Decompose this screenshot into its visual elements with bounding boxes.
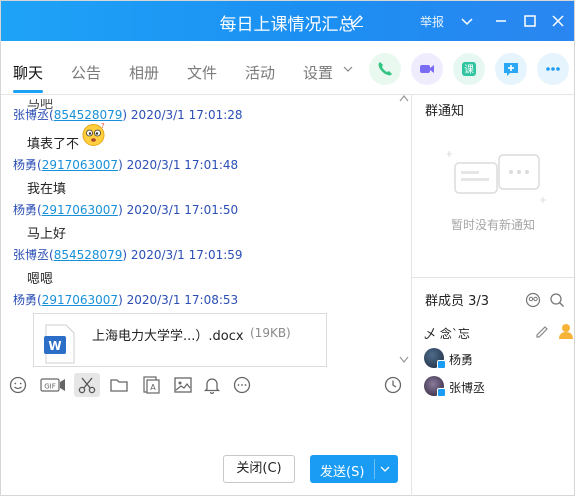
edit-icon[interactable] [534, 323, 550, 339]
close-button[interactable]: 关闭(C) [223, 455, 295, 483]
active-tab-indicator [13, 90, 43, 93]
member-name: 张博丞 [449, 381, 486, 395]
bell-icon [203, 378, 221, 395]
group-notice-title: 群通知 [425, 104, 465, 119]
no-notice-text: 暂时没有新通知 [450, 218, 535, 232]
section-divider [412, 277, 574, 278]
chevron-down-icon[interactable] [457, 11, 477, 31]
message-header: 张博丞(854528079) 2020/3/1 17:01:28 [13, 108, 243, 122]
word-document-icon: W [44, 324, 75, 364]
tab-bar: 聊天 公告 相册 文件 活动 设置 课 [1, 41, 574, 95]
empty-notice-illustration [447, 151, 546, 203]
tab-chat[interactable]: 聊天 [13, 62, 43, 83]
message-text: 填表了不 [27, 137, 80, 152]
message-text: 嗯嗯 [27, 272, 54, 287]
group-side-panel: 群通知 暂时没有新通知 群成员 3/3 乄 念ˋ忘 杨勇 张博丞 [412, 95, 574, 496]
message-text: 我在填 [27, 182, 67, 197]
screenshot-button[interactable] [74, 373, 100, 397]
settings-chevron-icon[interactable] [343, 65, 353, 73]
confused-emoji-icon: ? [82, 122, 105, 146]
more-actions-button[interactable] [537, 53, 569, 85]
message-history-button[interactable] [381, 373, 405, 397]
search-icon[interactable] [548, 291, 566, 309]
send-button-divider [374, 459, 375, 479]
image-icon [174, 377, 192, 393]
more-tools-button[interactable] [230, 373, 254, 397]
image-text-button[interactable]: A [139, 373, 163, 397]
more-icon [546, 67, 560, 71]
qq-number-link[interactable]: 2917063007 [42, 158, 118, 172]
message-header: 杨勇(2917063007) 2020/3/1 17:01:48 [13, 158, 239, 172]
close-icon[interactable] [548, 11, 568, 31]
title-bar[interactable]: 每日上课情况汇总 举报 [1, 1, 574, 41]
screen-share-icon [504, 63, 518, 76]
tab-settings[interactable]: 设置 [303, 62, 333, 83]
svg-text:GIF: GIF [44, 383, 56, 391]
folder-icon [110, 379, 128, 392]
phone-button[interactable] [369, 53, 401, 85]
screen-share-button[interactable] [495, 53, 527, 85]
tab-album[interactable]: 相册 [129, 62, 159, 83]
image-text-icon: A [143, 376, 160, 394]
scroll-up-icon[interactable] [398, 93, 410, 103]
member-management-icon[interactable] [524, 291, 542, 309]
lesson-button[interactable]: 课 [453, 53, 485, 85]
video-call-button[interactable] [411, 53, 443, 85]
minimize-icon[interactable] [491, 11, 511, 31]
message-text: 马上好 [27, 227, 67, 242]
qq-number-link[interactable]: 2917063007 [42, 293, 118, 307]
maximize-icon[interactable] [520, 11, 540, 31]
chat-window: 每日上课情况汇总 举报 聊天 公告 相册 文件 活动 设置 课 马吧 张博丞(8… [0, 0, 575, 496]
svg-text:课: 课 [464, 64, 474, 76]
message-header: 杨勇(2917063007) 2020/3/1 17:01:50 [13, 203, 239, 217]
video-icon [420, 65, 434, 73]
scissors-icon [78, 377, 96, 394]
members-title: 群成员 3/3 [425, 294, 490, 309]
notification-button[interactable] [200, 373, 224, 397]
member-row[interactable]: 张博丞 [424, 376, 544, 398]
window-title: 每日上课情况汇总 [219, 15, 356, 35]
member-name: 乄 念ˋ忘 [424, 327, 470, 341]
more-circle-icon [233, 376, 251, 394]
send-image-button[interactable] [171, 373, 195, 397]
file-message-card[interactable]: W 上海电力大学学...）.docx (19KB) [33, 313, 327, 367]
edit-title-icon[interactable] [349, 12, 365, 28]
gif-icon: GIF [40, 378, 65, 392]
scroll-down-icon[interactable] [398, 355, 410, 365]
qq-number-link[interactable]: 2917063007 [42, 203, 118, 217]
send-options-chevron-icon[interactable] [380, 465, 390, 473]
message-header: 张博丞(854528079) 2020/3/1 17:01:59 [13, 248, 243, 262]
device-badge-icon [437, 360, 446, 369]
device-badge-icon [437, 388, 446, 397]
history-clock-icon [384, 376, 402, 394]
member-name: 杨勇 [449, 353, 474, 367]
svg-text:W: W [48, 339, 61, 353]
file-size: (19KB) [250, 326, 291, 340]
emoji-button[interactable] [6, 373, 30, 397]
message-input[interactable] [1, 403, 411, 451]
qq-number-link[interactable]: 854528079 [54, 108, 123, 122]
report-link[interactable]: 举报 [420, 13, 444, 30]
emoji-icon [9, 376, 27, 394]
send-button[interactable]: 发送(S) [310, 455, 398, 483]
input-toolbar: GIF A [1, 367, 411, 403]
file-name[interactable]: 上海电力大学学...）.docx [92, 325, 244, 344]
tab-activity[interactable]: 活动 [245, 62, 275, 83]
tab-announcement[interactable]: 公告 [71, 62, 101, 83]
member-owner[interactable]: 乄 念ˋ忘 [424, 322, 574, 344]
send-button-label: 发送(S) [320, 465, 365, 480]
svg-text:A: A [150, 383, 156, 392]
svg-text:?: ? [101, 122, 105, 130]
qq-number-link[interactable]: 854528079 [54, 248, 123, 262]
group-owner-icon [559, 324, 573, 339]
gif-button[interactable]: GIF [38, 373, 66, 397]
message-list[interactable]: 马吧 张博丞(854528079) 2020/3/1 17:01:28 填表了不… [1, 95, 411, 367]
lesson-icon: 课 [462, 62, 476, 76]
tab-files[interactable]: 文件 [187, 62, 217, 83]
member-row[interactable]: 杨勇 [424, 348, 544, 370]
message-header: 杨勇(2917063007) 2020/3/1 17:08:53 [13, 293, 239, 307]
phone-icon [378, 62, 392, 76]
send-file-button[interactable] [107, 373, 131, 397]
